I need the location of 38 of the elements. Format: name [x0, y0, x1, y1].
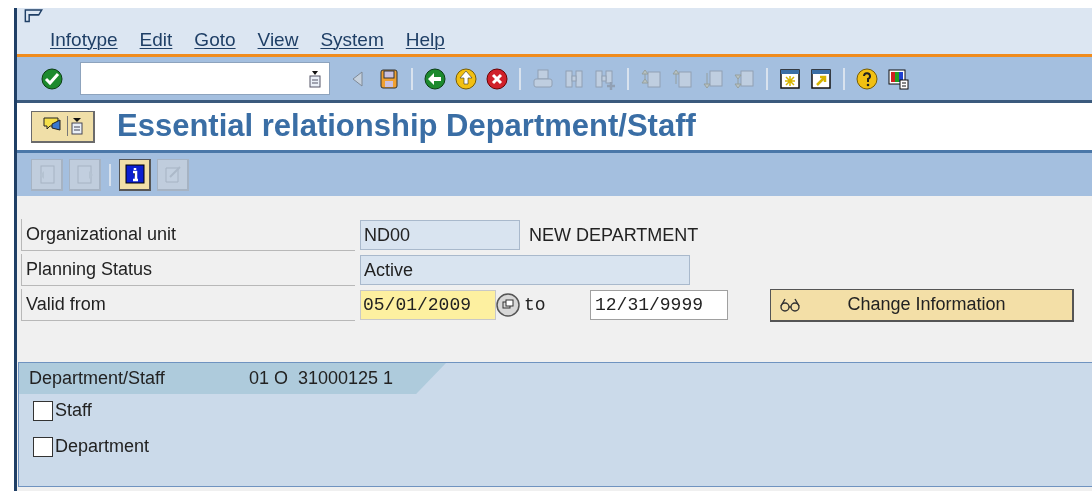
menu-item[interactable]: View — [257, 25, 299, 54]
menu-item[interactable]: System — [320, 25, 384, 54]
menu-item[interactable]: Edit — [139, 25, 173, 54]
display-change-button[interactable] — [31, 110, 95, 143]
command-field[interactable] — [80, 62, 330, 95]
shortcut-window-icon[interactable] — [810, 67, 832, 90]
input-field[interactable]: ND00 — [360, 220, 520, 250]
change-information-button[interactable]: Change Information — [770, 288, 1074, 322]
glasses-icon — [779, 297, 801, 312]
menu-item[interactable]: Goto — [194, 25, 236, 54]
object-key: 01 O 31000125 1 — [249, 365, 394, 392]
monitor-icon[interactable] — [887, 67, 909, 90]
menu-item[interactable]: Help — [405, 25, 445, 54]
field-label: Organizational unit — [21, 219, 355, 251]
checkbox[interactable] — [33, 400, 53, 421]
dropdown-list-icon[interactable] — [309, 69, 321, 88]
input-field[interactable]: Active — [360, 255, 690, 285]
date-field[interactable]: 12/31/9999 — [590, 290, 728, 320]
checkbox-label: Staff — [55, 399, 92, 422]
enter-icon[interactable] — [41, 67, 63, 90]
field-label: Planning Status — [21, 254, 355, 286]
group-box-title: Department/Staff — [29, 367, 166, 390]
menu-item[interactable]: Infotype — [50, 25, 118, 54]
to-label: to — [524, 293, 547, 317]
cancel-icon[interactable] — [486, 67, 508, 90]
checkbox-label: Department — [55, 435, 150, 458]
help-icon[interactable] — [856, 67, 878, 90]
checkbox[interactable] — [33, 436, 53, 457]
unit-description: NEW DEPARTMENT — [529, 223, 699, 247]
calendar-picker-icon[interactable] — [496, 292, 520, 318]
information-icon — [123, 163, 146, 185]
dropdown-list-icon — [71, 117, 83, 135]
system-menu-icon[interactable] — [24, 9, 44, 23]
date-field[interactable]: 05/01/2009 — [360, 290, 496, 320]
information-button[interactable] — [119, 158, 151, 191]
screen-title: Essential relationship Department/Staff — [117, 107, 696, 146]
field-label: Valid from — [21, 289, 355, 321]
new-window-icon[interactable] — [779, 67, 801, 90]
